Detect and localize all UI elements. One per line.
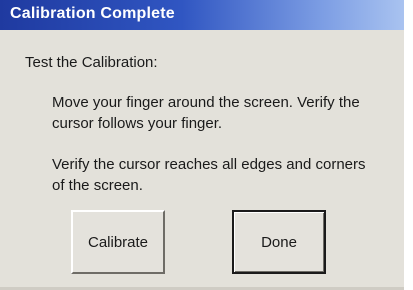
window-title: Calibration Complete	[10, 5, 175, 22]
done-button[interactable]: Done	[232, 210, 326, 274]
calibrate-button[interactable]: Calibrate	[71, 210, 165, 274]
calibration-dialog: Calibration Complete Test the Calibratio…	[0, 0, 404, 290]
title-bar[interactable]: Calibration Complete	[0, 0, 404, 30]
instruction-edges-corners: Verify the cursor reaches all edges and …	[52, 156, 366, 194]
test-heading: Test the Calibration:	[25, 54, 158, 71]
instruction-follow-finger: Move your finger around the screen. Veri…	[52, 94, 360, 132]
